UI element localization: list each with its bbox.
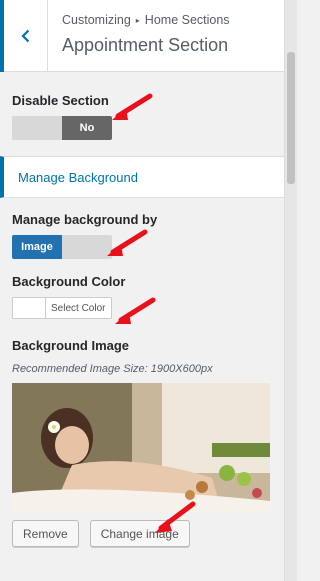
breadcrumb-section: Home Sections (144, 13, 230, 27)
change-image-button[interactable]: Change image (89, 520, 190, 547)
image-buttons: Remove Change image (12, 520, 272, 547)
toggle-value: No (62, 116, 112, 140)
disable-section-control: Disable Section No (0, 72, 284, 140)
manage-background-section[interactable]: Manage Background (0, 156, 284, 198)
color-swatch (13, 298, 46, 318)
remove-image-button[interactable]: Remove (12, 520, 79, 547)
background-image-control: Background Image Recommended Image Size:… (0, 319, 284, 547)
header-title-block: Customizing ▸ Home Sections Appointment … (48, 0, 230, 71)
manage-background-label: Manage Background (18, 169, 138, 185)
disable-section-label: Disable Section (12, 93, 109, 108)
manage-by-control: Manage background by Image (0, 198, 284, 259)
scrollbar[interactable] (284, 0, 297, 581)
breadcrumb: Customizing ▸ Home Sections (62, 13, 230, 27)
manage-by-toggle[interactable]: Image (12, 235, 112, 259)
select-color-label: Select Color (51, 302, 106, 314)
spa-photo (12, 383, 270, 512)
chevron-left-icon (20, 29, 29, 43)
background-image-preview (12, 383, 270, 512)
toggle-off-track (62, 235, 112, 259)
background-color-control: Background Color Select Color (0, 259, 284, 319)
manage-by-label: Manage background by (12, 212, 158, 227)
panel-header: Customizing ▸ Home Sections Appointment … (0, 0, 284, 72)
customizer-panel: Customizing ▸ Home Sections Appointment … (0, 0, 284, 547)
image-size-note: Recommended Image Size: 1900X600px (12, 363, 213, 375)
back-button[interactable] (0, 0, 48, 72)
scrollbar-thumb[interactable] (287, 52, 295, 184)
breadcrumb-separator-icon: ▸ (135, 15, 140, 25)
breadcrumb-root: Customizing (62, 13, 131, 27)
disable-section-toggle[interactable]: No (12, 116, 112, 140)
select-color-button[interactable]: Select Color (12, 297, 112, 319)
background-image-label: Background Image (12, 338, 130, 353)
toggle-off-track (12, 116, 62, 140)
toggle-value: Image (12, 235, 62, 259)
page-title: Appointment Section (62, 35, 229, 55)
background-color-label: Background Color (12, 274, 126, 289)
